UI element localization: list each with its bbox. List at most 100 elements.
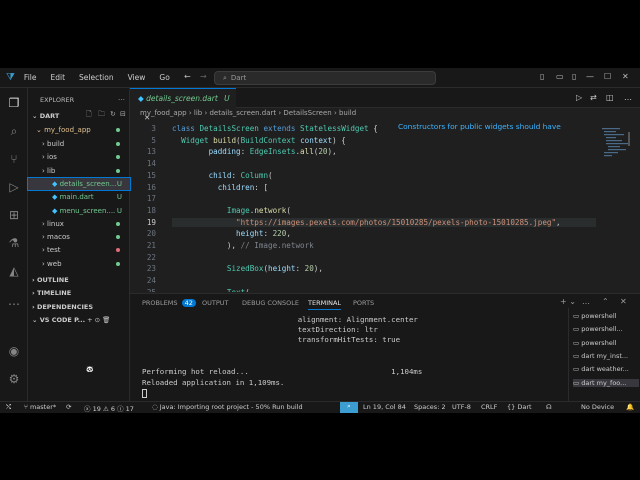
code-line[interactable]: height: 220, <box>172 229 291 238</box>
encoding[interactable]: UTF-8 <box>452 403 471 411</box>
new-folder-icon[interactable]: 🗀 <box>98 110 105 121</box>
sidebar-section-header[interactable]: › TIMELINE <box>28 287 130 299</box>
code-line[interactable]: child: Column( <box>172 171 273 180</box>
back-arrow-icon[interactable]: ← <box>184 72 191 81</box>
layout-sidebar-icon[interactable]: ▯ <box>540 72 544 81</box>
refresh-icon[interactable]: ↻ <box>110 110 116 118</box>
terminal-instance[interactable]: ▭ dart my_inst... <box>573 352 628 360</box>
editor-more-icon[interactable]: … <box>624 93 632 102</box>
branch-status[interactable]: ⑂ master* <box>24 403 56 411</box>
menu-file[interactable]: File <box>19 73 42 82</box>
file-tree-item[interactable]: › test <box>28 244 130 256</box>
chevron-down-icon: ⌄ <box>36 126 45 134</box>
sidebar-section-header[interactable]: › DEPENDENCIES <box>28 301 130 313</box>
tab-terminal[interactable]: TERMINAL <box>308 299 342 310</box>
file-tree-item[interactable]: ◆ details_screen... U <box>27 176 131 191</box>
code-line[interactable]: padding: EdgeInsets.all(20), <box>172 147 337 156</box>
search-view-icon[interactable]: ⌕ <box>7 124 21 139</box>
copilot-icon[interactable]: ☊ <box>546 403 552 411</box>
code-line[interactable]: Widget build(BuildContext context) { <box>172 136 346 145</box>
file-tree-item[interactable]: ◆ menu_screen.... U <box>28 205 130 217</box>
file-tree-item[interactable]: ◆ main.dart U <box>28 191 130 203</box>
maximize-icon[interactable]: ☐ <box>604 72 611 81</box>
tab-status: U <box>224 94 230 103</box>
breadcrumb-class[interactable]: DetailsScreen <box>283 109 331 117</box>
terminal-instance[interactable]: ▭ dart weather... <box>573 365 629 373</box>
file-tree-item[interactable]: › ios <box>28 151 130 163</box>
minimap[interactable] <box>600 122 630 222</box>
section-actions-icon[interactable]: + ⊙ 🗑 <box>85 316 110 324</box>
terminal-instance[interactable]: ▭ dart my_foo... <box>573 378 639 387</box>
code-editor[interactable]: 3 class DetailsScreen extends StatelessWi… <box>130 122 640 292</box>
new-file-icon[interactable]: 🗋 <box>86 110 92 121</box>
java-status[interactable]: ◌ Java: Importing root project - 50% Run… <box>152 403 303 411</box>
settings-gear-icon[interactable]: ⚙ <box>7 372 21 386</box>
menu-edit[interactable]: Edit <box>45 73 70 82</box>
new-terminal-icon[interactable]: + ⌄ <box>560 297 576 306</box>
breadcrumb-method[interactable]: build <box>339 109 356 117</box>
menu-selection[interactable]: Selection <box>74 73 119 82</box>
line-ending[interactable]: CRLF <box>481 403 497 411</box>
menu-go[interactable]: Go <box>154 73 174 82</box>
device-selector[interactable]: No Device <box>581 403 614 411</box>
zoom-search-icon[interactable]: ⌕ <box>340 402 358 413</box>
terminal-more-icon[interactable]: … <box>582 297 590 306</box>
source-control-icon[interactable]: ⑂ <box>7 152 21 166</box>
extensions-icon[interactable]: ⊞ <box>7 208 21 222</box>
language-mode[interactable]: {} Dart <box>507 403 532 411</box>
code-line[interactable]: "https://images.pexels.com/photos/150102… <box>172 217 596 227</box>
notifications-icon[interactable]: 🔔 <box>626 403 634 411</box>
terminal-instance[interactable]: ▭ powershell <box>573 312 616 320</box>
flutter-icon[interactable]: ◭ <box>7 264 21 278</box>
file-tree-item[interactable]: › web <box>28 258 130 270</box>
problems-status[interactable]: ⓧ 19 ⚠ 6 ⓘ 17 <box>84 403 134 413</box>
breadcrumb-file[interactable]: details_screen.dart <box>209 109 276 117</box>
tab-ports[interactable]: PORTS <box>353 299 374 307</box>
more-actions-icon[interactable]: … <box>118 94 125 102</box>
compare-icon[interactable]: ⇄ <box>590 93 597 102</box>
sidebar-section-header[interactable]: ⌄ VS CODE P... + ⊙ 🗑 <box>28 314 130 326</box>
forward-arrow-icon[interactable]: → <box>200 72 207 81</box>
layout-panel-icon[interactable]: ▭ <box>556 72 564 81</box>
split-editor-icon[interactable]: ◫ <box>606 93 614 102</box>
code-line[interactable]: children: [ <box>172 183 268 192</box>
tab-output[interactable]: OUTPUT <box>202 299 229 307</box>
menu-view[interactable]: View <box>123 73 151 82</box>
run-icon[interactable]: ▷ <box>576 93 582 102</box>
code-line[interactable]: Image.network( <box>172 206 291 215</box>
testing-icon[interactable]: ⚗ <box>7 236 21 250</box>
terminal-instance[interactable]: ▭ powershell <box>573 339 616 347</box>
run-debug-icon[interactable]: ▷ <box>7 180 21 194</box>
layout-right-icon[interactable]: ▯ <box>572 72 576 81</box>
explorer-icon[interactable]: ❐ <box>7 96 21 110</box>
remote-icon[interactable]: ⤭ <box>6 403 11 412</box>
close-window-icon[interactable]: ✕ <box>622 72 629 81</box>
code-line[interactable]: SizedBox(height: 20), <box>172 264 323 273</box>
account-icon[interactable]: ◉ <box>7 344 21 358</box>
sidebar-section-header[interactable]: › OUTLINE <box>28 274 130 286</box>
sync-icon[interactable]: ⟳ <box>66 403 71 411</box>
command-center[interactable]: ⌕ Dart <box>214 71 436 85</box>
code-line[interactable]: class DetailsScreen extends StatelessWid… <box>172 124 378 133</box>
project-folder[interactable]: ⌄ my_food_app <box>28 124 130 136</box>
breadcrumb-lib[interactable]: lib <box>194 109 202 117</box>
file-tree-item[interactable]: › macos <box>28 231 130 243</box>
breadcrumb-project[interactable]: my_food_app <box>140 109 187 117</box>
minimize-icon[interactable]: — <box>586 72 594 81</box>
code-line[interactable]: Text( <box>172 288 250 292</box>
file-tree-item[interactable]: › build <box>28 138 130 150</box>
indentation[interactable]: Spaces: 2 <box>414 403 446 411</box>
more-views-icon[interactable]: … <box>7 294 21 308</box>
collapse-all-icon[interactable]: ⊟ <box>120 110 126 118</box>
terminal-instance[interactable]: ▭ powershell... <box>573 325 623 333</box>
close-panel-icon[interactable]: ✕ <box>620 297 627 306</box>
line-number: 17 <box>146 194 156 204</box>
cursor-position[interactable]: Ln 19, Col 84 <box>363 403 406 411</box>
maximize-panel-icon[interactable]: ⌃ <box>602 297 609 306</box>
code-line[interactable]: ), // Image.network <box>172 241 314 250</box>
tab-problems[interactable]: PROBLEMS 42 <box>142 299 196 307</box>
file-tree-item[interactable]: › lib <box>28 165 130 177</box>
tab-details-screen[interactable]: ◆ details_screen.dart U ✕ <box>130 88 236 122</box>
tab-debug-console[interactable]: DEBUG CONSOLE <box>242 299 299 307</box>
file-tree-item[interactable]: › linux <box>28 218 130 230</box>
